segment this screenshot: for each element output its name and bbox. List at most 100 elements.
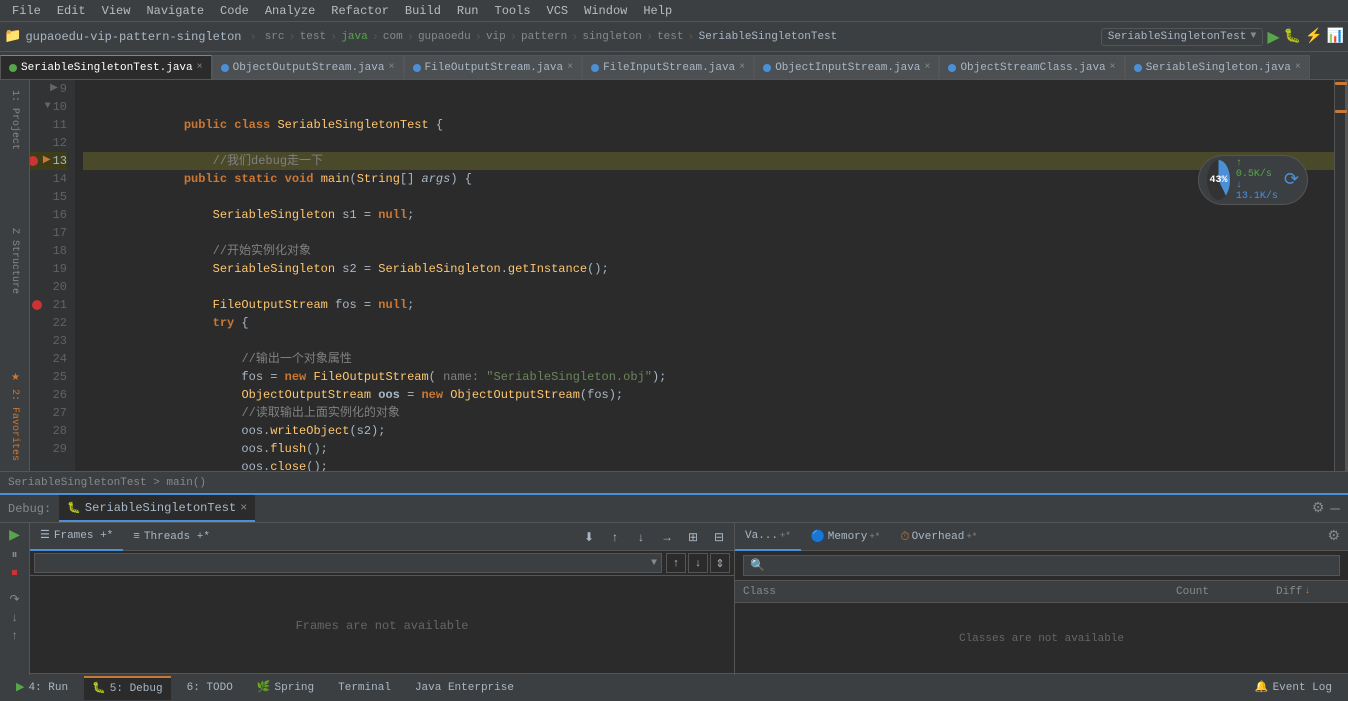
breadcrumb-vip[interactable]: vip [486, 31, 506, 43]
menu-help[interactable]: Help [635, 0, 680, 22]
debug-button[interactable]: 🐛 [1284, 28, 1301, 45]
project-tool-icon[interactable]: 1: Project [5, 86, 25, 154]
step-into-icon[interactable]: ↓ [11, 611, 18, 625]
right-panel-settings-icon[interactable]: ⚙ [1319, 528, 1348, 545]
breadcrumb-gupaoedu[interactable]: gupaoedu [418, 31, 471, 43]
editor-scrollbar[interactable] [1334, 80, 1348, 471]
up-icon[interactable]: ↑ [604, 526, 626, 548]
fold-icon-10[interactable]: ▼ [45, 98, 51, 116]
menu-vcs[interactable]: VCS [539, 0, 577, 22]
threads-tab[interactable]: ≡ Threads +* [123, 523, 220, 551]
run-button[interactable]: ▶ [1267, 27, 1279, 47]
code-line-23: //输出一个对象属性 [83, 332, 1334, 350]
variables-tab[interactable]: Va... +* [735, 523, 801, 551]
menu-analyze[interactable]: Analyze [257, 0, 323, 22]
favorites-tool-icon[interactable]: ★ 2: Favorites [5, 368, 25, 465]
frame-nav-up[interactable]: ↑ [666, 553, 686, 573]
grid-icon[interactable]: ⊞ [682, 526, 704, 548]
overhead-tab[interactable]: ⏱ Overhead +* [890, 523, 987, 551]
debug-label: Debug: [0, 502, 59, 516]
search-input[interactable] [765, 560, 1333, 572]
breadcrumb-pattern[interactable]: pattern [521, 31, 567, 43]
debug-header: Debug: 🐛 SeriableSingletonTest × ⚙ — [0, 495, 1348, 523]
run-config-dropdown[interactable]: SeriableSingletonTest ▼ [1101, 28, 1264, 46]
tab-object-stream-class[interactable]: ObjectStreamClass.java × [939, 55, 1124, 79]
memory-tab-icon: 🔵 [811, 523, 826, 551]
spring-tab[interactable]: 🌿 Spring [249, 676, 322, 700]
tab-seriable-singleton-test[interactable]: SeriableSingletonTest.java × [0, 55, 212, 79]
tab-object-output-stream[interactable]: ObjectOutputStream.java × [212, 55, 404, 79]
breadcrumb-class[interactable]: SeriableSingletonTest [699, 31, 838, 43]
code-lines[interactable]: public class SeriableSingletonTest { //我… [75, 80, 1334, 471]
event-log-label: Event Log [1273, 676, 1332, 700]
event-log-tab[interactable]: 🔔 Event Log [1247, 676, 1340, 700]
debug-search-bar[interactable]: 🔍 [743, 555, 1340, 576]
copy-icon[interactable]: → [656, 526, 678, 548]
structure-tool-icon[interactable]: Z Structure [5, 224, 25, 298]
tab-icon [413, 64, 421, 72]
breadcrumb-test2[interactable]: test [657, 31, 683, 43]
breakpoint-13[interactable] [30, 156, 38, 166]
tab-close-btn[interactable]: × [1110, 56, 1116, 80]
tab-close-btn[interactable]: × [739, 56, 745, 80]
fold-icon-9[interactable]: ▶ [50, 80, 58, 98]
frame-nav-filter[interactable]: ⇕ [710, 553, 730, 573]
menu-file[interactable]: File [4, 0, 49, 22]
tab-label: ObjectInputStream.java [775, 56, 920, 80]
tab-object-input-stream[interactable]: ObjectInputStream.java × [754, 55, 939, 79]
bottom-bar: ▶ 4: Run 🐛 5: Debug 6: TODO 🌿 Spring Ter… [0, 673, 1348, 701]
tab-close-btn[interactable]: × [388, 56, 394, 80]
list-icon[interactable]: ⊟ [708, 526, 730, 548]
breadcrumb-com[interactable]: com [383, 31, 403, 43]
menu-run[interactable]: Run [449, 0, 487, 22]
file-tabs: SeriableSingletonTest.java × ObjectOutpu… [0, 52, 1348, 80]
todo-tab[interactable]: 6: TODO [179, 676, 241, 700]
tab-close-btn[interactable]: × [197, 56, 203, 80]
menu-navigate[interactable]: Navigate [138, 0, 212, 22]
tab-close-btn[interactable]: × [924, 56, 930, 80]
menu-window[interactable]: Window [576, 0, 635, 22]
pause-icon[interactable]: ⏸ [11, 548, 17, 562]
menu-build[interactable]: Build [397, 0, 449, 22]
run-tab[interactable]: ▶ 4: Run [8, 676, 76, 700]
profile-button[interactable]: 📊 [1327, 28, 1344, 45]
frames-tab[interactable]: ☰ Frames +* [30, 523, 123, 551]
diff-sort-icon[interactable]: ↓ [1304, 586, 1310, 597]
tab-close-btn[interactable]: × [567, 56, 573, 80]
debug-minimize-icon[interactable]: — [1330, 500, 1340, 518]
memory-tab-plus: +* [869, 523, 880, 551]
debug-session-close[interactable]: × [240, 501, 247, 515]
frame-nav-down[interactable]: ↓ [688, 553, 708, 573]
breadcrumb-src[interactable]: src [265, 31, 285, 43]
menu-view[interactable]: View [94, 0, 139, 22]
menu-refactor[interactable]: Refactor [323, 0, 397, 22]
breadcrumb-singleton[interactable]: singleton [582, 31, 641, 43]
debug-session-tab[interactable]: 🐛 SeriableSingletonTest × [59, 495, 255, 522]
export-icon[interactable]: ⬇ [578, 526, 600, 548]
breadcrumb-java[interactable]: java [341, 31, 367, 43]
menu-edit[interactable]: Edit [49, 0, 94, 22]
terminal-tab[interactable]: Terminal [330, 676, 399, 700]
breakpoint-21[interactable] [32, 300, 42, 310]
menu-code[interactable]: Code [212, 0, 257, 22]
resume-icon[interactable]: ▶ [9, 527, 20, 544]
memory-tab[interactable]: 🔵 Memory +* [801, 523, 890, 551]
step-over-icon[interactable]: ↷ [9, 592, 19, 607]
tab-file-output-stream[interactable]: FileOutputStream.java × [404, 55, 583, 79]
frame-dropdown[interactable]: ▼ [34, 553, 662, 573]
down-icon[interactable]: ↓ [630, 526, 652, 548]
tab-file-input-stream[interactable]: FileInputStream.java × [582, 55, 754, 79]
debug-session-name: SeriableSingletonTest [85, 501, 236, 515]
java-enterprise-tab[interactable]: Java Enterprise [407, 676, 522, 700]
stop-icon[interactable]: ⏹ [11, 566, 17, 580]
code-editor[interactable]: ▶ 9 ▼10 11 12 ▶ 13 14 15 16 17 [30, 80, 1348, 471]
debug-tab[interactable]: 🐛 5: Debug [84, 676, 171, 700]
debug-settings-icon[interactable]: ⚙ [1312, 500, 1325, 517]
menu-tools[interactable]: Tools [487, 0, 539, 22]
coverage-button[interactable]: ⚡ [1305, 28, 1322, 45]
tab-seriable-singleton[interactable]: SeriableSingleton.java × [1125, 55, 1310, 79]
step-out-icon[interactable]: ↑ [11, 629, 18, 643]
memory-gc-button[interactable]: ⟳ [1284, 169, 1299, 191]
tab-close-btn[interactable]: × [1295, 56, 1301, 80]
breadcrumb-test[interactable]: test [300, 31, 326, 43]
